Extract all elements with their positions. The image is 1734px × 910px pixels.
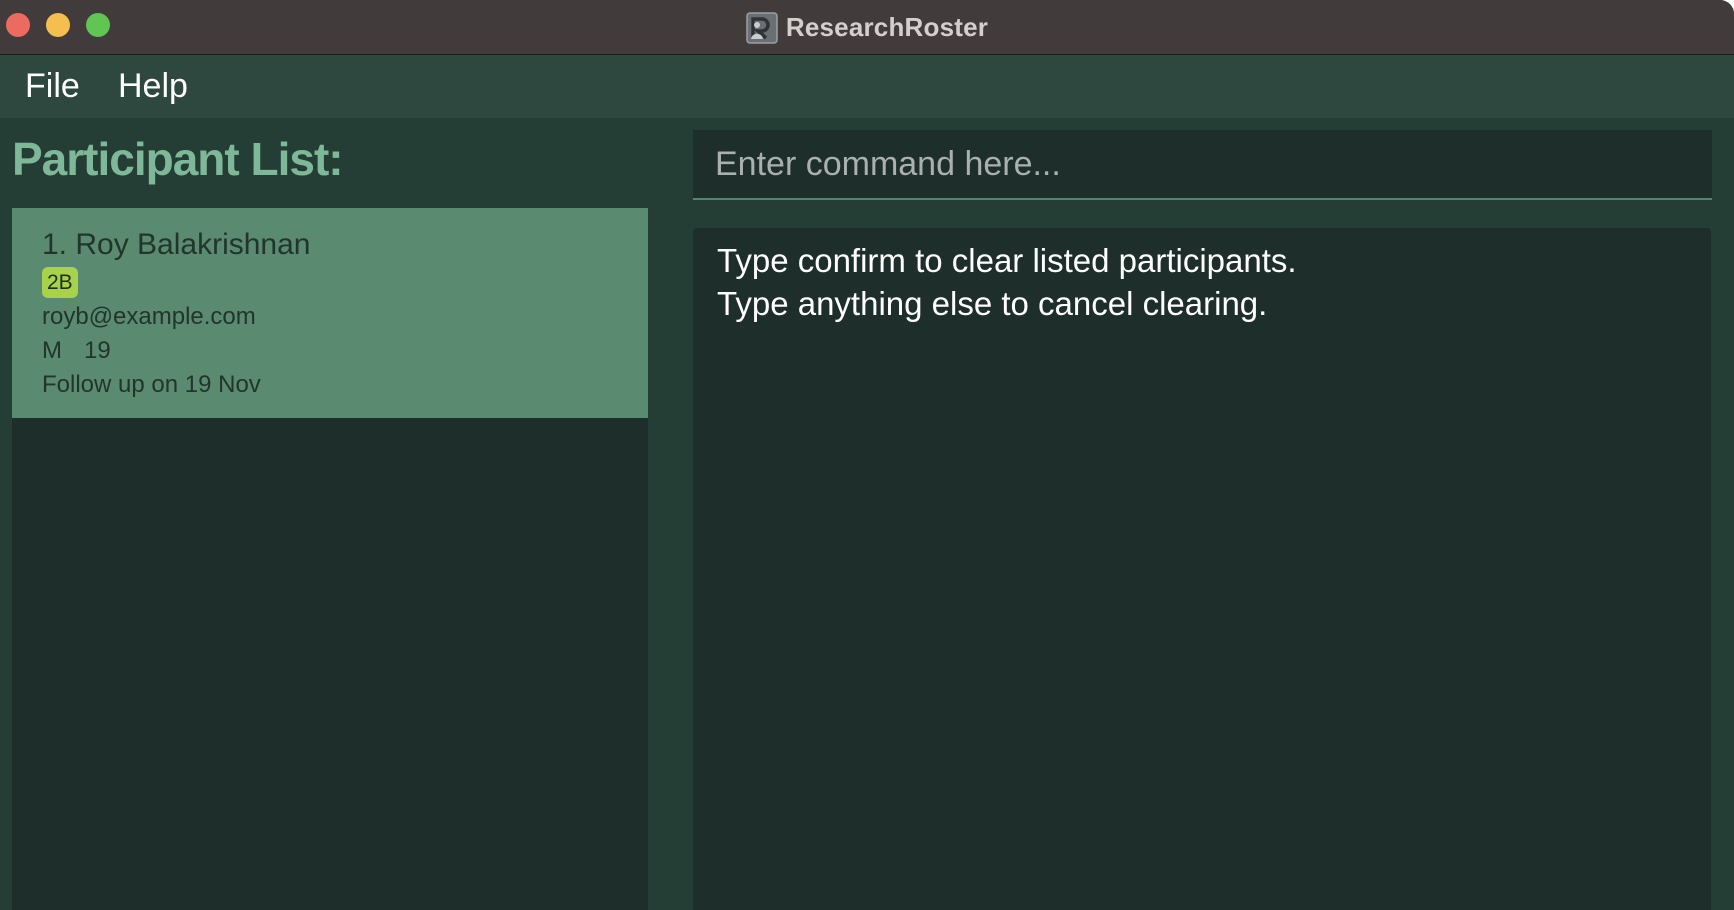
title-bar[interactable]: ResearchRoster — [0, 0, 1734, 55]
participant-email: royb@example.com — [42, 303, 256, 330]
research-roster-logo-icon — [746, 12, 778, 44]
result-display: Type confirm to clear listed participant… — [693, 228, 1711, 910]
participant-list-panel: Participant List: 1. Roy Balakrishnan 2B… — [0, 118, 660, 910]
participant-age: 19 — [84, 337, 111, 364]
participant-note: Follow up on 19 Nov — [42, 371, 261, 398]
window-title: ResearchRoster — [785, 11, 989, 42]
command-box — [693, 130, 1712, 200]
participant-name: 1. Roy Balakrishnan — [42, 228, 311, 261]
participant-list-title: Participant List: — [12, 133, 344, 185]
menu-bar: File Help — [0, 55, 1734, 118]
result-line: Type confirm to clear listed participant… — [717, 242, 1297, 279]
app-window: ResearchRoster File Help Participant Lis… — [0, 0, 1734, 910]
menu-file[interactable]: File — [25, 67, 80, 106]
title-group: ResearchRoster — [0, 0, 1734, 54]
command-input[interactable] — [693, 130, 1712, 198]
participant-gender: M — [42, 337, 62, 364]
participant-card[interactable]: 1. Roy Balakrishnan 2B royb@example.com … — [12, 208, 648, 418]
participant-list[interactable]: 1. Roy Balakrishnan 2B royb@example.com … — [12, 208, 648, 910]
participant-gender-age: M 19 — [42, 337, 111, 365]
participant-tag-badge: 2B — [42, 267, 78, 298]
result-line: Type anything else to cancel clearing. — [717, 285, 1268, 322]
menu-help[interactable]: Help — [118, 67, 188, 106]
